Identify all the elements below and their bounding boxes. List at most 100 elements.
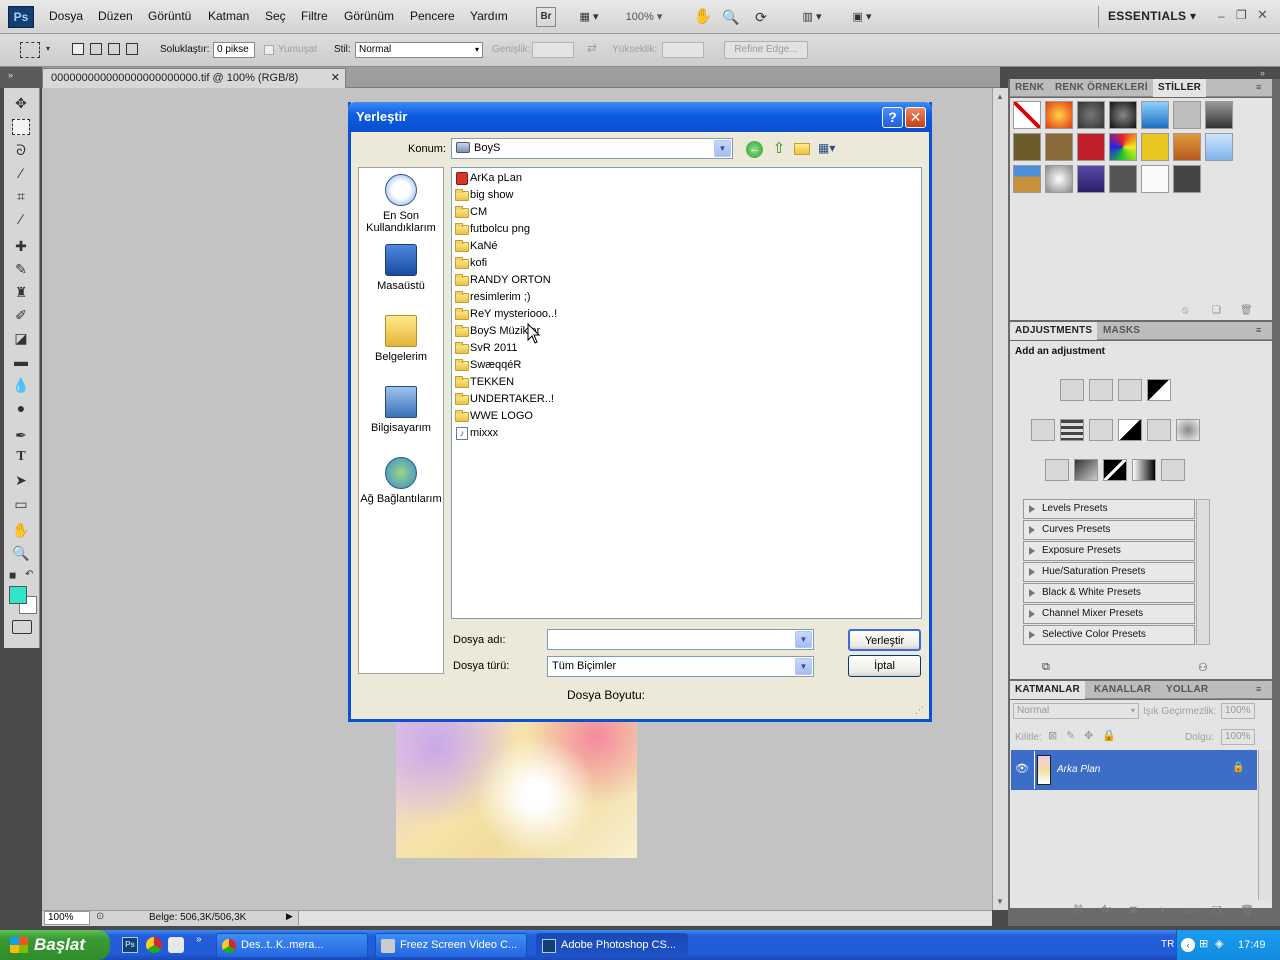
menu-help[interactable]: Yardım [470,9,508,23]
place-desktop[interactable]: Masaüstü [360,244,442,292]
new-layer-icon[interactable]: ❏ [1212,904,1222,917]
color-balance-icon[interactable] [1089,419,1113,441]
filename-input[interactable]: ▼ [547,629,814,650]
file-list-item[interactable]: ArKa pLan [454,170,522,187]
style-swatch[interactable] [1173,101,1201,129]
fill-input[interactable]: 100% [1221,729,1255,745]
black-white-icon[interactable] [1118,419,1142,441]
magic-wand-icon[interactable]: ⁄ [10,163,32,183]
healing-brush-icon[interactable]: ✚ [10,236,32,256]
language-indicator[interactable]: TR [1161,939,1174,950]
rotate-view-icon[interactable]: ⟳ [750,7,772,27]
horizontal-scrollbar[interactable] [298,911,992,925]
tab-styles[interactable]: STİLLER [1153,79,1207,97]
menu-select[interactable]: Seç [265,9,286,23]
preset-black-white[interactable]: Black & White Presets [1023,583,1195,603]
preset-levels[interactable]: Levels Presets [1023,499,1195,519]
style-swatch[interactable] [1141,165,1169,193]
tab-masks[interactable]: MASKS [1098,322,1145,340]
tray-volume-icon[interactable]: ◈ [1215,937,1223,950]
threshold-icon[interactable] [1103,459,1127,481]
eyedropper-icon[interactable]: ∕ [10,209,32,229]
pen-tool-icon[interactable]: ✒ [10,425,32,445]
collapse-panels-icon[interactable]: » [1260,68,1265,78]
arrange-documents-icon[interactable]: ▥ ▾ [794,7,830,27]
quicklaunch-photoshop-icon[interactable]: Ps [122,937,138,953]
dialog-help-button[interactable]: ? [882,107,903,128]
style-swatch[interactable] [1205,101,1233,129]
file-list-item[interactable]: SvR 2011 [454,340,518,357]
file-list-item[interactable]: SwæqqéR [454,357,521,374]
layers-panel-menu-icon[interactable]: ≡ [1256,684,1261,694]
preset-selective-color[interactable]: Selective Color Presets [1023,625,1195,645]
style-swatch[interactable] [1109,165,1137,193]
task-chrome[interactable]: Des..t..K..mera... [216,933,368,958]
style-select[interactable]: Normal ▾ [355,42,483,58]
posterize-icon[interactable] [1074,459,1098,481]
default-colors-icon[interactable]: ◼ [9,570,16,581]
back-icon[interactable]: ← [746,141,763,158]
curves-icon[interactable] [1118,379,1142,401]
preset-dropdown-icon[interactable]: ▾ [46,44,50,53]
tab-close-icon[interactable]: ✕ [331,69,340,88]
lock-position-icon[interactable]: ✥ [1084,729,1093,742]
opacity-input[interactable]: 100% [1221,703,1255,719]
place-button[interactable]: Yerleştir [848,629,921,651]
refine-edge-button[interactable]: Refine Edge... [724,41,808,59]
tray-expand-icon[interactable]: ‹ [1181,938,1195,952]
menu-view[interactable]: Görünüm [344,9,394,23]
view-options-icon[interactable]: ⚇ [1198,661,1208,674]
feather-input[interactable]: 0 pikse [213,42,255,58]
dodge-tool-icon[interactable]: ● [10,398,32,418]
file-list-item[interactable]: ♪ mixxx [454,425,498,442]
new-adjustment-layer-icon[interactable]: ◑ [1158,904,1165,916]
style-swatch[interactable] [1045,165,1073,193]
channel-mixer-icon[interactable] [1176,419,1200,441]
quicklaunch-browser-icon[interactable] [146,937,162,953]
brightness-contrast-icon[interactable] [1060,379,1084,401]
tab-color[interactable]: RENK [1010,79,1049,97]
mini-bridge-button[interactable]: ▦ ▾ [572,7,606,27]
tab-paths[interactable]: YOLLAR [1161,681,1213,699]
hand-tool-icon[interactable]: ✋ [692,7,714,27]
status-info-icon[interactable]: ⊙ [96,911,104,922]
menu-window[interactable]: Pencere [410,9,455,23]
workspace-switcher[interactable]: ESSENTIALS ▾ [1108,9,1196,23]
app-close-icon[interactable]: ✕ [1257,7,1268,23]
new-group-icon[interactable]: ▭ [1185,904,1195,917]
quicklaunch-more-icon[interactable]: » [196,934,202,945]
intersect-selection-icon[interactable] [126,43,138,55]
width-input[interactable] [532,42,574,58]
style-swatch[interactable] [1141,101,1169,129]
clone-stamp-icon[interactable]: ♜ [10,282,32,302]
view-menu-icon[interactable]: ▦▾ [818,141,842,157]
menu-filter[interactable]: Filtre [301,9,328,23]
selective-color-icon[interactable] [1161,459,1185,481]
invert-icon[interactable] [1045,459,1069,481]
lock-all-icon[interactable]: 🔒 [1102,729,1116,742]
eraser-icon[interactable]: ◪ [10,328,32,348]
presets-scrollbar[interactable] [1196,499,1210,645]
place-computer[interactable]: Bilgisayarım [360,386,442,434]
add-mask-icon[interactable]: ◙ [1130,904,1137,916]
gradient-map-icon[interactable] [1132,459,1156,481]
place-network[interactable]: Ağ Bağlantılarım [360,457,442,505]
link-layers-icon[interactable]: ⛓ [1072,905,1085,916]
zoom-level-dropdown[interactable]: 100% ▾ [618,7,670,27]
add-selection-icon[interactable] [90,43,102,55]
layer-style-icon[interactable]: fx [1102,904,1111,916]
style-swatch[interactable] [1173,165,1201,193]
new-style-icon[interactable]: ❏ [1212,305,1221,316]
history-brush-icon[interactable]: ✐ [10,305,32,325]
tab-swatches[interactable]: RENK ÖRNEKLERİ [1050,79,1153,97]
up-folder-icon[interactable]: ⇧ [770,140,788,158]
task-photoshop[interactable]: Adobe Photoshop CS... [536,933,688,958]
marquee-preset-icon[interactable] [20,42,40,58]
style-swatch[interactable] [1173,133,1201,161]
brush-tool-icon[interactable]: ✎ [10,259,32,279]
blur-tool-icon[interactable]: 💧 [10,375,32,395]
move-tool-icon[interactable]: ✥ [10,93,32,113]
crop-tool-icon[interactable]: ⌗ [10,186,32,206]
style-swatch[interactable] [1013,101,1041,129]
path-selection-icon[interactable]: ➤ [10,470,32,490]
